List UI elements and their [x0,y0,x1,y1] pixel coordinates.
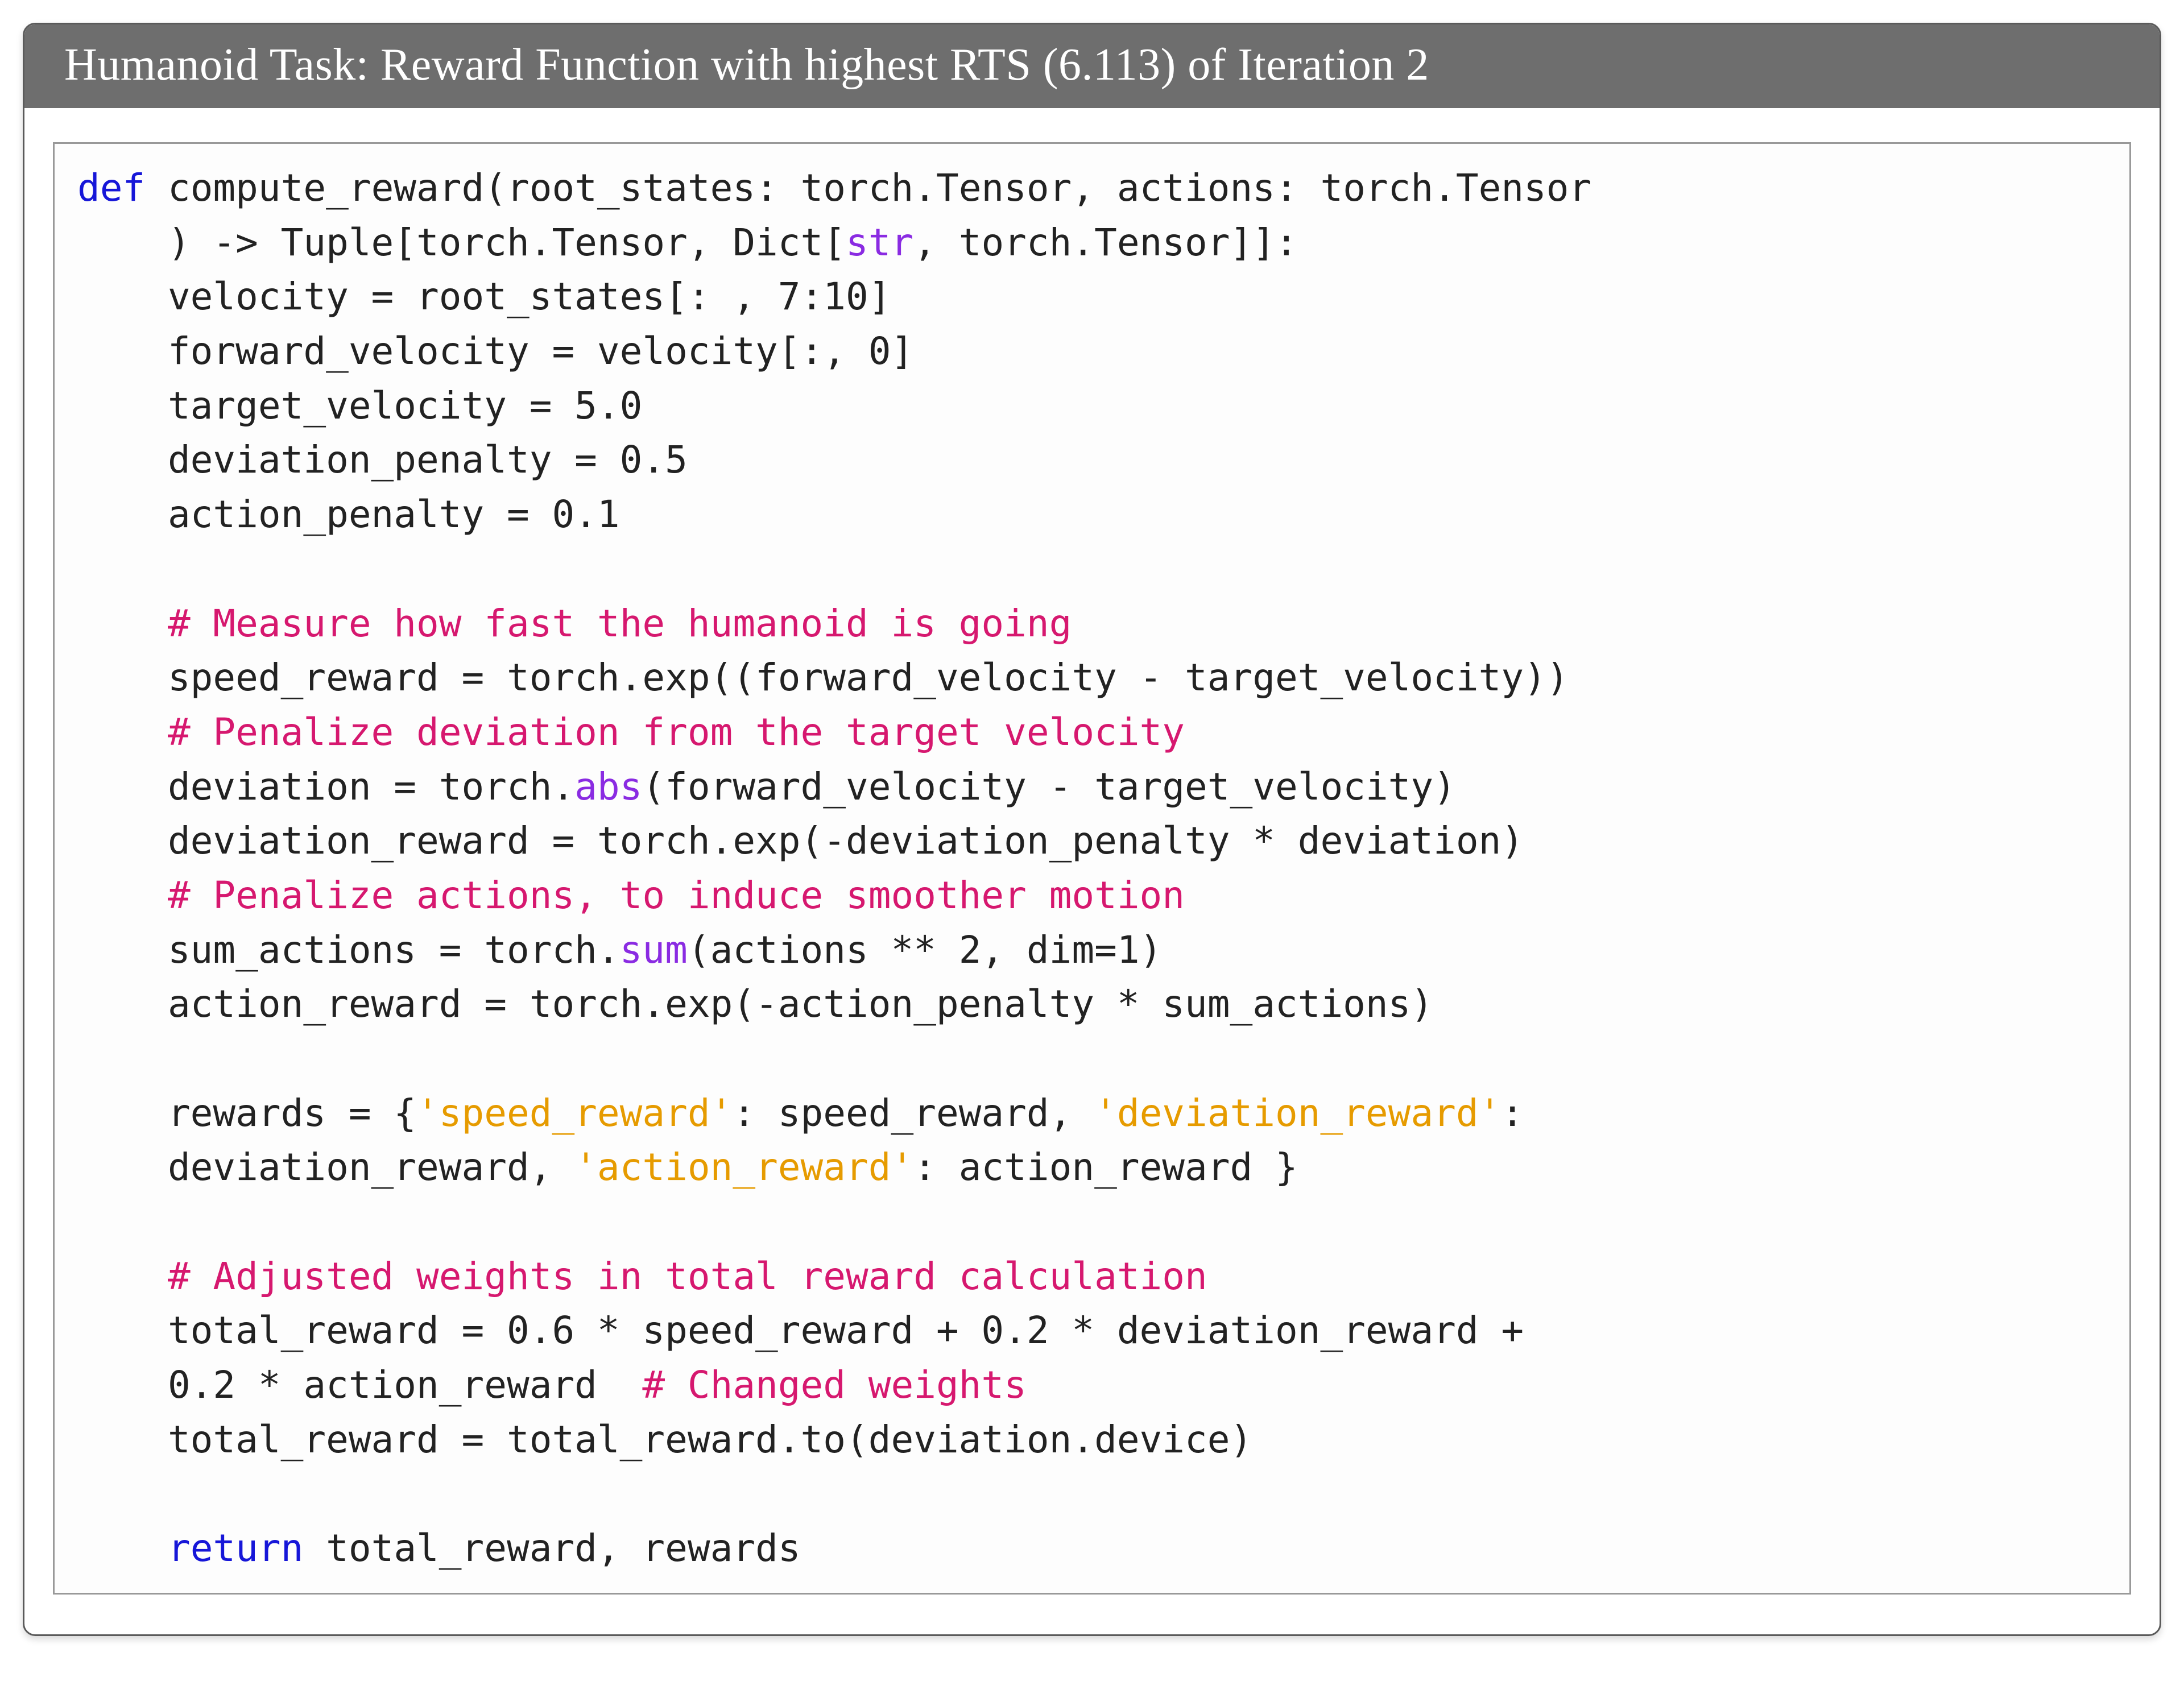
code-token: (actions ** 2, dim=1) [688,928,1162,972]
code-token: , torch.Tensor]]: [913,221,1298,264]
code-token: compute_reward(root_states: torch.Tensor… [145,166,1591,210]
code-token-keyword: def [77,166,145,210]
code-token-string: 'deviation_reward' [1094,1091,1501,1135]
code-line: total_reward = total_reward.to(deviation… [77,1418,1252,1461]
code-token: deviation = torch. [77,765,574,809]
code-comment: # Penalize actions, to induce smoother m… [77,873,1185,917]
code-token: deviation_reward, [77,1145,574,1189]
code-token-string: 'action_reward' [574,1145,913,1189]
code-comment: # Changed weights [642,1363,1027,1407]
code-token [77,1526,168,1570]
code-line: deviation_penalty = 0.5 [77,438,688,482]
code-token: : speed_reward, [733,1091,1094,1135]
code-token: ) -> Tuple[torch.Tensor, Dict[ [77,221,846,264]
code-comment: # Penalize deviation from the target vel… [77,710,1185,754]
code-token: : action_reward } [913,1145,1298,1189]
code-line: action_penalty = 0.1 [77,492,620,536]
code-token: rewards = { [77,1091,416,1135]
code-token-builtin: abs [574,765,642,809]
code-line: target_velocity = 5.0 [77,384,642,428]
code-block: def compute_reward(root_states: torch.Te… [53,142,2131,1595]
code-token: 0.2 * action_reward [77,1363,642,1407]
code-token-string: 'speed_reward' [416,1091,733,1135]
code-comment: # Measure how fast the humanoid is going [77,602,1072,645]
code-card: Humanoid Task: Reward Function with high… [23,23,2161,1636]
card-title: Humanoid Task: Reward Function with high… [24,24,2160,108]
code-line: velocity = root_states[: , 7:10] [77,275,891,318]
code-token: : [1501,1091,1524,1135]
code-comment: # Adjusted weights in total reward calcu… [77,1254,1207,1298]
code-line: deviation_reward = torch.exp(-deviation_… [77,819,1524,863]
code-line: forward_velocity = velocity[:, 0] [77,329,913,373]
code-token: sum_actions = torch. [77,928,620,972]
card-body: def compute_reward(root_states: torch.Te… [24,108,2160,1634]
code-line: speed_reward = torch.exp((forward_veloci… [77,656,1569,699]
code-token-keyword: return [168,1526,303,1570]
code-token: (forward_velocity - target_velocity) [642,765,1455,809]
code-token-builtin: sum [620,928,688,972]
code-token-type: str [846,221,913,264]
code-line: total_reward = 0.6 * speed_reward + 0.2 … [77,1308,1524,1352]
code-line: action_reward = torch.exp(-action_penalt… [77,982,1433,1026]
code-token: total_reward, rewards [303,1526,800,1570]
